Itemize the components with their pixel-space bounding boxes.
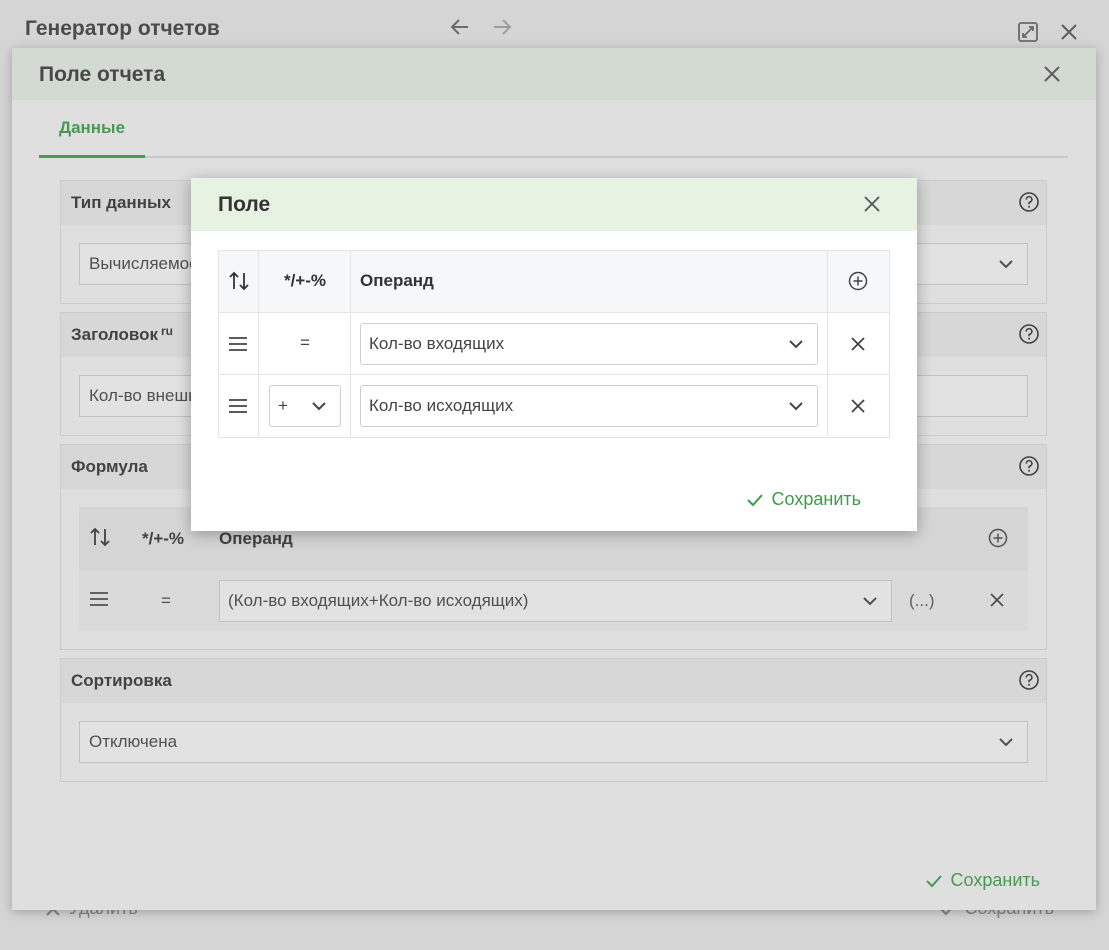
sort-arrows-icon[interactable] bbox=[228, 269, 250, 293]
drag-handle-icon[interactable] bbox=[228, 398, 248, 414]
field-modal: Поле */+-% Операнд = Кол-во входящих + К… bbox=[191, 178, 917, 531]
close-icon[interactable] bbox=[863, 195, 881, 213]
operand-row: + Кол-во исходящих bbox=[219, 375, 889, 437]
modal-header: Поле bbox=[191, 178, 917, 231]
operand-select[interactable]: Кол-во исходящих bbox=[360, 385, 818, 427]
operator-value: + bbox=[278, 396, 288, 415]
operand-table: */+-% Операнд = Кол-во входящих + Кол-во… bbox=[218, 250, 890, 438]
chevron-down-icon bbox=[787, 335, 805, 358]
check-icon bbox=[746, 493, 763, 506]
operator-value: = bbox=[300, 333, 310, 352]
operand-column-header: Операнд bbox=[360, 271, 434, 290]
ops-column-header: */+-% bbox=[283, 271, 327, 290]
operand-table-header: */+-% Операнд bbox=[219, 251, 889, 313]
remove-row-icon[interactable] bbox=[849, 335, 867, 353]
add-circle-icon[interactable] bbox=[848, 271, 868, 291]
modal-title: Поле bbox=[218, 193, 271, 216]
modal-save-button[interactable]: Сохранить bbox=[746, 489, 861, 510]
operand-select[interactable]: Кол-во входящих bbox=[360, 323, 818, 365]
operand-value: Кол-во входящих bbox=[369, 334, 505, 353]
chevron-down-icon bbox=[787, 397, 805, 420]
operand-row: = Кол-во входящих bbox=[219, 313, 889, 375]
operand-value: Кол-во исходящих bbox=[369, 396, 514, 415]
operator-select[interactable]: + bbox=[269, 385, 341, 427]
modal-save-label: Сохранить bbox=[771, 489, 861, 509]
drag-handle-icon[interactable] bbox=[228, 336, 248, 352]
remove-row-icon[interactable] bbox=[849, 397, 867, 415]
chevron-down-icon bbox=[310, 397, 328, 420]
